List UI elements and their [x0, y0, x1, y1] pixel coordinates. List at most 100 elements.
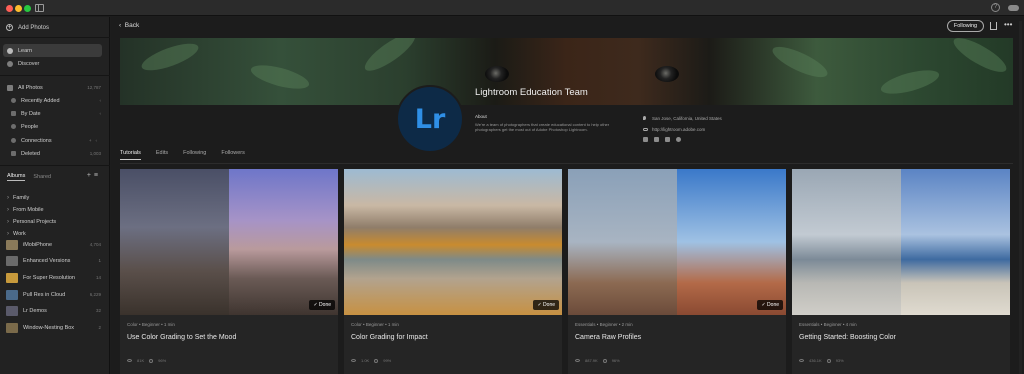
done-label: Done — [767, 302, 779, 308]
chevron-right-icon[interactable]: › — [7, 231, 9, 237]
panel-toggle-icon[interactable] — [35, 4, 44, 12]
rating-icon — [149, 358, 154, 363]
sidebar-item-by-date[interactable]: By Date ‹ — [0, 107, 110, 120]
card-stats: 436.1K 93% — [799, 358, 844, 363]
sidebar-item-recently-added[interactable]: Recently Added ‹ — [0, 94, 110, 107]
chevron-left-icon[interactable]: ‹ — [100, 98, 102, 103]
deleted-count: 1,003 — [89, 151, 101, 156]
sidebar-item-label: Recently Added — [21, 97, 60, 104]
dog-eye — [485, 66, 509, 82]
tutorial-card[interactable]: ✓ Done Essentials • Beginner • 2 min Cam… — [568, 169, 786, 374]
album-item[interactable]: Enhanced Versions 1 — [0, 254, 110, 267]
card-meta: Essentials • Beginner • 4 min — [799, 322, 857, 327]
sidebar-item-people[interactable]: People — [0, 120, 110, 133]
divider — [0, 37, 110, 38]
view-count: 1.0K — [361, 358, 370, 363]
location: San Jose, California, United States — [643, 116, 722, 121]
about-heading: About — [475, 114, 487, 119]
views-icon — [575, 359, 580, 362]
chevron-right-icon[interactable]: › — [7, 195, 9, 201]
sort-icon[interactable]: ≡ — [94, 172, 101, 179]
following-button[interactable]: Following — [947, 20, 984, 32]
card-title: Color Grading for Impact — [351, 334, 428, 341]
calendar-icon — [11, 111, 16, 116]
add-photos-button[interactable]: + Add Photos — [0, 21, 110, 34]
sidebar-item-learn[interactable]: Learn — [3, 44, 102, 57]
tab-edits[interactable]: Edits — [156, 150, 168, 160]
sidebar: + Add Photos Learn Discover All Photos 1… — [0, 17, 110, 374]
album-item[interactable]: Lr Demos 32 — [0, 304, 110, 317]
tutorial-card[interactable]: ✓ Done Color • Beginner • 1 min Color Gr… — [344, 169, 562, 374]
done-label: Done — [319, 302, 331, 308]
title-bar: ? — [0, 0, 1024, 16]
help-icon[interactable]: ? — [991, 3, 1000, 12]
sidebar-item-label: All Photos — [18, 84, 43, 91]
divider — [0, 75, 110, 76]
rating-value: 93% — [835, 358, 844, 363]
views-icon — [127, 359, 132, 362]
tutorial-card[interactable]: ✓ Done Color • Beginner • 1 min Use Colo… — [120, 169, 338, 374]
sidebar-item-connections[interactable]: Connections +‹ — [0, 134, 110, 147]
tab-following[interactable]: Following — [183, 150, 206, 160]
chevron-right-icon[interactable]: › — [7, 207, 9, 213]
photo-count: 12,787 — [87, 85, 101, 90]
lightbulb-icon — [7, 47, 13, 54]
back-button[interactable]: ‹ Back — [119, 22, 139, 29]
album-count: 2 — [98, 325, 101, 330]
profile-name: Lightroom Education Team — [475, 87, 588, 98]
before-image — [792, 169, 901, 315]
tab-shared[interactable]: Shared — [33, 174, 51, 180]
tab-tutorials[interactable]: Tutorials — [120, 150, 141, 160]
album-item[interactable]: Pull Res in Cloud 6,229 — [0, 288, 110, 301]
sidebar-item-all-photos[interactable]: All Photos 12,787 — [0, 81, 110, 94]
link-icon — [643, 128, 648, 131]
leaf-decoration — [248, 60, 312, 94]
album-label: Enhanced Versions — [23, 257, 71, 264]
tab-albums[interactable]: Albums — [7, 173, 26, 181]
rating-value: 96% — [158, 358, 167, 363]
chevron-right-icon[interactable]: › — [7, 219, 9, 225]
twitter-icon[interactable] — [654, 137, 659, 142]
after-image — [677, 169, 786, 315]
chevron-left-icon[interactable]: ‹ — [100, 111, 102, 116]
more-icon[interactable]: ••• — [1004, 20, 1012, 29]
website-url[interactable]: http://lightroom.adobe.com — [652, 127, 705, 132]
cloud-sync-icon[interactable] — [1008, 5, 1019, 11]
instagram-icon[interactable] — [676, 137, 681, 142]
website[interactable]: http://lightroom.adobe.com — [643, 127, 705, 132]
sidebar-item-discover[interactable]: Discover — [0, 57, 110, 70]
done-badge: ✓ Done — [757, 300, 783, 310]
folder-label: Personal Projects — [13, 218, 57, 225]
album-count: 6,229 — [89, 292, 101, 297]
folder-label: Work — [13, 230, 26, 237]
facebook-icon[interactable] — [665, 137, 670, 142]
album-item[interactable]: Window-Nesting Box 2 — [0, 321, 110, 334]
scrollbar[interactable] — [1019, 21, 1022, 374]
behance-icon[interactable] — [643, 137, 648, 142]
view-count: 887.9K — [585, 358, 598, 363]
add-album-icon[interactable]: + — [87, 172, 94, 179]
person-icon — [11, 124, 16, 129]
album-item[interactable]: For Super Resolution 14 — [0, 271, 110, 284]
close-window-button[interactable] — [6, 5, 13, 12]
tab-followers[interactable]: Followers — [221, 150, 245, 160]
leaf-decoration — [138, 38, 202, 76]
tutorial-card[interactable]: Essentials • Beginner • 4 min Getting St… — [792, 169, 1010, 374]
done-badge: ✓ Done — [533, 300, 559, 310]
social-links — [643, 137, 681, 142]
leaf-decoration — [949, 38, 1011, 78]
top-bar: ‹ Back Following ••• — [111, 17, 1024, 37]
profile-tabs: Tutorials Edits Following Followers — [120, 150, 245, 160]
zoom-window-button[interactable] — [24, 5, 31, 12]
album-item[interactable]: iMobiPhone 4,704 — [0, 238, 110, 251]
rating-icon — [602, 358, 607, 363]
rating-icon — [374, 358, 379, 363]
minimize-window-button[interactable] — [15, 5, 22, 12]
add-connection-icon[interactable]: +‹ — [89, 138, 101, 143]
leaf-decoration — [360, 38, 420, 77]
leaf-decoration — [769, 41, 831, 83]
sidebar-item-deleted[interactable]: Deleted 1,003 — [0, 147, 110, 160]
album-label: For Super Resolution — [23, 274, 75, 281]
share-icon[interactable] — [990, 22, 997, 30]
plus-icon: + — [6, 24, 13, 31]
